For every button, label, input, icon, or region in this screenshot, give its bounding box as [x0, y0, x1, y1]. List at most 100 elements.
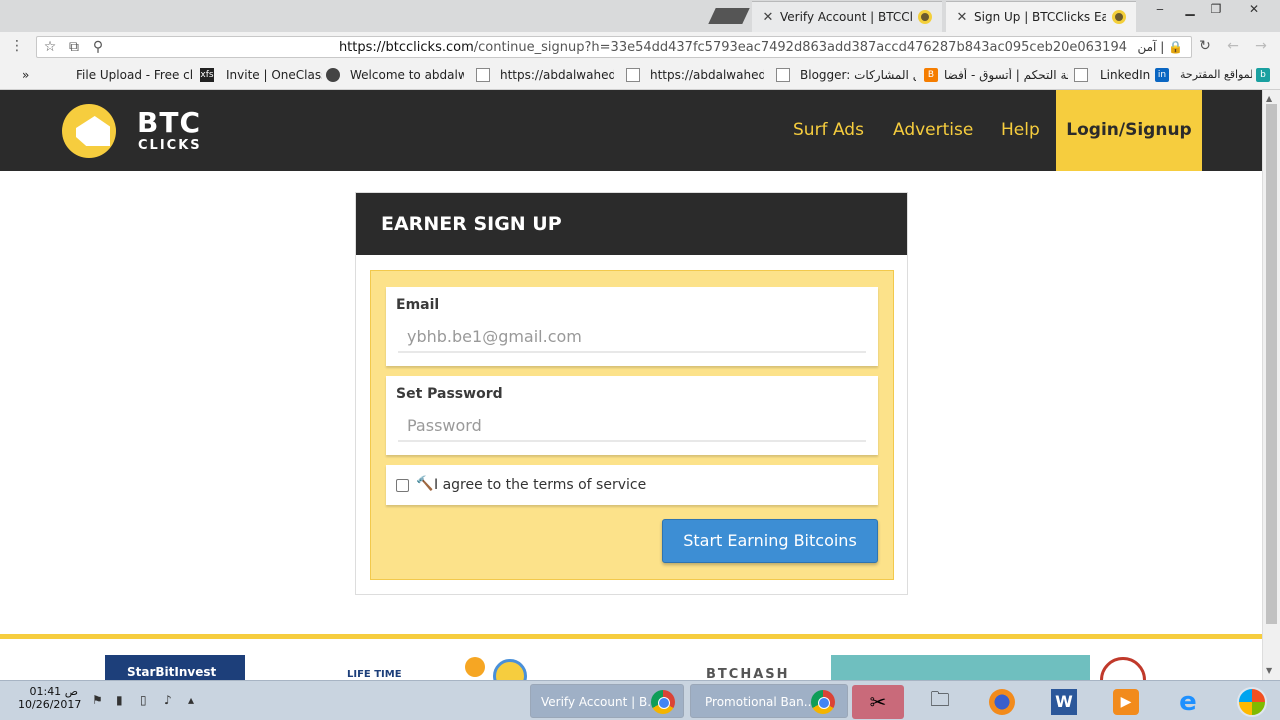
coin-stack-icon — [493, 659, 527, 680]
word-icon[interactable]: W — [1038, 685, 1090, 719]
pin-icon[interactable]: ⚲ — [89, 39, 107, 55]
file-explorer-icon[interactable]: 🗀 — [914, 685, 966, 719]
footer-divider — [0, 634, 1262, 639]
page-icon — [776, 68, 790, 82]
bookmark-item[interactable]: LinkedIn — [1100, 68, 1152, 82]
nav-help[interactable]: Help — [1001, 120, 1040, 140]
bookmark-item[interactable]: https://abdalwahed0 — [500, 68, 614, 82]
scroll-up-icon[interactable]: ▲ — [1266, 94, 1272, 103]
taskbar-task[interactable]: Verify Account | B... — [530, 684, 684, 718]
site-header: BTC CLICKS Surf Ads Advertise Help Login… — [0, 90, 1262, 171]
teal-banner[interactable] — [831, 655, 1090, 680]
tab-close-icon[interactable]: ✕ — [954, 10, 970, 25]
back-icon[interactable]: → — [1252, 38, 1270, 54]
secure-indicator[interactable]: آمن | 🔒 — [1137, 40, 1183, 54]
starbit-text: StarBitInvest — [127, 665, 217, 679]
logo-text: BTC — [137, 106, 201, 139]
bitcoin-coin-icon — [465, 657, 485, 677]
window-restore-button[interactable]: ❐ — [1202, 2, 1230, 18]
btchash-text: BTCHASH — [706, 667, 790, 680]
signup-form: Email Set Password 🔨 I agree to the term… — [370, 270, 894, 580]
minimize-icon[interactable]: ‒ — [1146, 2, 1174, 18]
scroll-down-icon[interactable]: ▼ — [1266, 666, 1272, 675]
btcclicks-logo[interactable] — [62, 104, 120, 158]
linkedin-icon: in — [1155, 68, 1169, 82]
card-title: EARNER SIGN UP — [381, 213, 562, 235]
nav-advertise[interactable]: Advertise — [893, 120, 973, 140]
xfs-icon: xfs — [200, 68, 214, 82]
btcclicks-favicon-icon — [918, 10, 932, 24]
address-bar[interactable]: ☆ ⧉ ⚲ https://btcclicks.com/continue_sig… — [36, 36, 1192, 58]
nav-login-signup[interactable]: Login/Signup — [1056, 90, 1202, 171]
browser-toolbar: ⋮ ☆ ⧉ ⚲ https://btcclicks.com/continue_s… — [0, 32, 1280, 62]
media-player-icon[interactable]: ▶ — [1100, 685, 1152, 719]
starbit-banner[interactable]: StarBitInvest LIFE TIME — [105, 655, 573, 680]
firefox-icon[interactable] — [976, 685, 1028, 719]
wheel-banner[interactable] — [1098, 655, 1158, 680]
taskbar-clock[interactable]: 01:41 ص 10/26/2017 — [18, 685, 82, 711]
tray-expand-icon[interactable]: ▴ — [188, 693, 194, 707]
page-icon — [476, 68, 490, 82]
volume-icon[interactable]: ♪ — [164, 693, 172, 707]
bookmarks-overflow-button[interactable]: » — [22, 68, 29, 82]
taskbar-task[interactable]: Promotional Ban... — [690, 684, 848, 718]
nav-surf-ads[interactable]: Surf Ads — [793, 120, 864, 140]
internet-explorer-icon[interactable]: e — [1162, 685, 1214, 719]
lock-icon: 🔒 — [1168, 40, 1183, 54]
email-field-group: Email — [386, 287, 878, 366]
terms-row: 🔨 I agree to the terms of service — [386, 465, 878, 505]
email-label: Email — [396, 297, 440, 313]
signup-card: EARNER SIGN UP Email Set Password 🔨 I ag… — [355, 192, 908, 595]
chrome-icon — [651, 690, 675, 714]
logo-subtext: CLICKS — [138, 138, 202, 153]
site-icon — [326, 68, 340, 82]
windows-taskbar: 01:41 ص 10/26/2017 ⚑ ▮ ▯ ♪ ▴ Verify Acco… — [0, 680, 1280, 720]
terms-checkbox[interactable] — [396, 479, 409, 492]
bookmark-item[interactable]: File Upload - Free clo — [76, 68, 192, 82]
reload-icon[interactable]: ↻ — [1196, 38, 1214, 54]
window-close-button[interactable]: ✕ — [1240, 2, 1268, 18]
battery-icon[interactable]: ▯ — [140, 693, 147, 707]
forward-icon[interactable]: ← — [1224, 38, 1242, 54]
new-tab-button[interactable] — [708, 8, 750, 24]
extension-icon[interactable]: ⧉ — [65, 39, 83, 55]
card-header: EARNER SIGN UP — [356, 193, 907, 255]
url-text: https://btcclicks.com/continue_signup?h=… — [338, 40, 1127, 55]
clock-date: 10/26/2017 — [18, 698, 82, 711]
terms-label[interactable]: I agree to the terms of service — [434, 477, 646, 493]
bookmark-item[interactable]: المواقع المقترحة — [1180, 68, 1252, 81]
tab-sign-up[interactable]: ✕ Sign Up | BTCClicks Earn — [946, 1, 1136, 32]
tab-verify-account[interactable]: ✕ Verify Account | BTCClicks — [752, 1, 942, 32]
bing-icon: b — [1256, 68, 1270, 82]
email-input[interactable] — [398, 321, 866, 353]
start-earning-button[interactable]: Start Earning Bitcoins — [662, 519, 878, 563]
scrollbar-thumb[interactable] — [1266, 104, 1277, 624]
bookmark-item[interactable]: https://abdalwahed0 — [650, 68, 764, 82]
bookmarks-bar: » File Upload - Free clo xfs Invite | On… — [0, 62, 1280, 90]
bookmark-item[interactable]: لوحة التحكم | أتسوق - أفضا — [944, 68, 1068, 82]
page-icon — [626, 68, 640, 82]
tab-close-icon[interactable]: ✕ — [760, 10, 776, 25]
bookmark-item[interactable]: Invite | OneClass — [226, 68, 322, 82]
password-label: Set Password — [396, 386, 503, 402]
blogger-icon: B — [924, 68, 938, 82]
btcclicks-favicon-icon — [1112, 10, 1126, 24]
tab-label: Sign Up | BTCClicks Earn — [974, 10, 1106, 24]
gavel-icon: 🔨 — [416, 476, 434, 492]
lifetime-text: LIFE TIME — [347, 669, 402, 680]
btchash-banner[interactable]: BTCHASH — [700, 655, 828, 680]
bookmark-item[interactable]: Welcome to abdalwa — [350, 68, 464, 82]
chrome-icon — [811, 690, 835, 714]
menu-kebab-icon[interactable]: ⋮ — [8, 38, 26, 54]
start-button-icon[interactable] — [1226, 685, 1278, 719]
bookmark-star-icon[interactable]: ☆ — [41, 39, 59, 55]
bookmark-item[interactable]: Blogger: كل المشاركات — [800, 68, 916, 82]
password-input[interactable] — [398, 410, 866, 442]
password-field-group: Set Password — [386, 376, 878, 455]
network-alert-icon[interactable]: ⚑ — [92, 693, 103, 707]
signal-icon[interactable]: ▮ — [116, 693, 123, 707]
snipping-tool-icon[interactable]: ✂ — [852, 685, 904, 719]
page-scrollbar[interactable]: ▲ ▼ — [1262, 90, 1280, 680]
window-minimize-button[interactable]: ▁ — [1176, 2, 1204, 18]
wheel-icon — [1100, 657, 1146, 680]
